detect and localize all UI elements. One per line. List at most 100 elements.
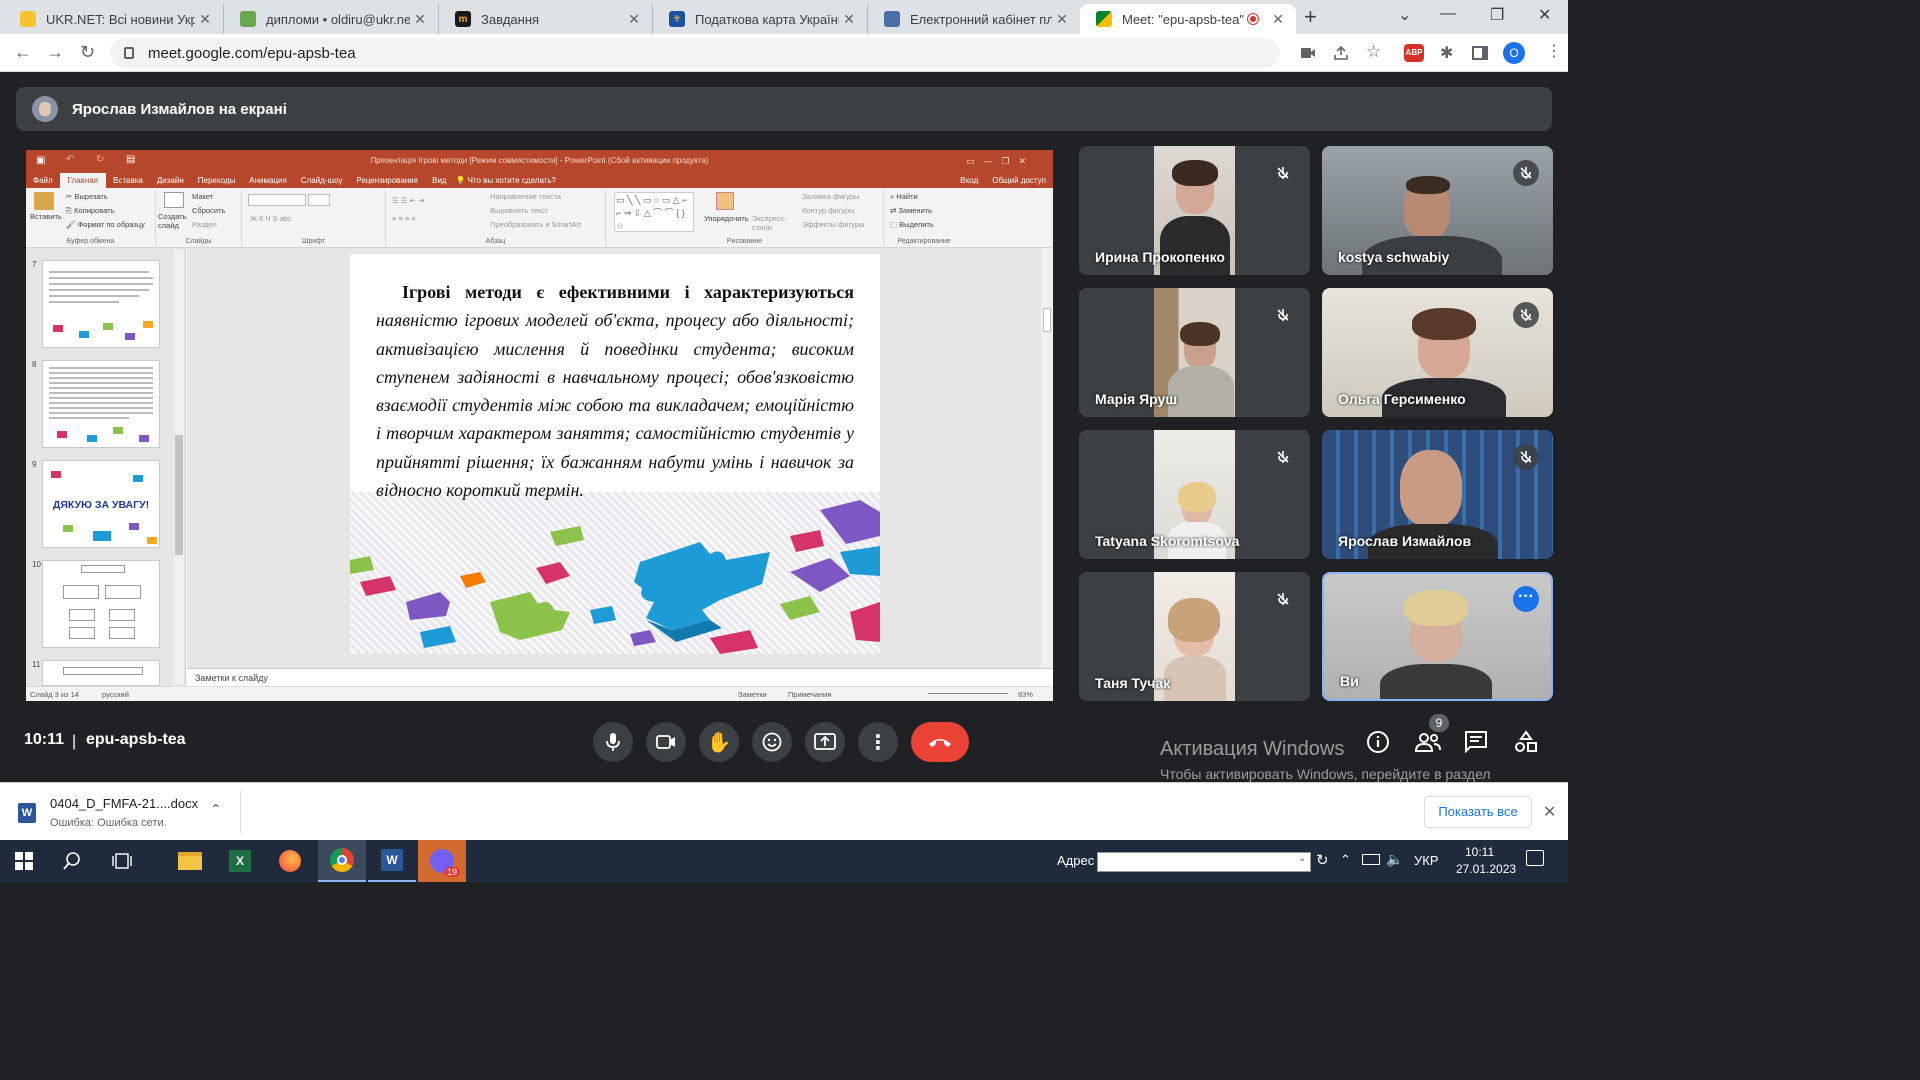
adblock-icon[interactable]: ABP <box>1404 44 1424 62</box>
taskbar-date[interactable]: 27.01.2023 <box>1456 862 1516 876</box>
list-buttons: ☰ ☰ ⇤ ⇥ <box>392 196 425 205</box>
new-tab-button[interactable]: + <box>1304 4 1317 30</box>
task-view-button[interactable] <box>98 840 146 882</box>
battery-icon[interactable] <box>1362 854 1380 865</box>
window-close-icon[interactable]: ✕ <box>1538 5 1551 25</box>
chat-icon[interactable] <box>1464 730 1488 759</box>
bookmark-star-icon[interactable]: ☆ <box>1366 42 1381 62</box>
extensions-icon[interactable]: ✱ <box>1440 43 1453 63</box>
participant-name: Ирина Прокопенко <box>1095 249 1225 265</box>
maximize-icon[interactable]: ❐ <box>1490 5 1504 25</box>
notifications-icon[interactable] <box>1526 850 1544 866</box>
shape-effects-label: Эффекты фигуры <box>802 220 865 229</box>
taskbar-chrome[interactable] <box>318 840 366 882</box>
meet-stage: Ярослав Измайлов на екрані Презентація І… <box>0 72 1568 782</box>
side-panel-icon[interactable] <box>1472 46 1488 60</box>
taskbar-excel[interactable]: X <box>216 840 264 882</box>
participant-tile[interactable]: Ярослав Измайлов <box>1322 430 1553 559</box>
ppt-signin: Вход <box>960 175 979 185</box>
browser-menu-icon[interactable]: ⋮ <box>1546 41 1562 61</box>
search-button[interactable] <box>48 840 96 882</box>
participant-tile[interactable]: Марія Яруш <box>1079 288 1310 417</box>
close-icon[interactable]: ✕ <box>195 11 215 28</box>
forward-icon[interactable]: → <box>46 42 64 63</box>
chevron-up-icon[interactable]: ⌃ <box>210 801 222 818</box>
download-file-name[interactable]: 0404_D_FMFA-21....docx <box>50 796 198 811</box>
close-icon[interactable]: ✕ <box>839 11 859 28</box>
dropdown-arrow-icon[interactable]: ⌄ <box>1298 853 1306 864</box>
url-field[interactable]: meet.google.com/epu-apsb-tea <box>110 38 1280 68</box>
close-icon[interactable]: ✕ <box>1543 802 1556 822</box>
taskbar-viber[interactable]: 19 <box>418 840 466 882</box>
browser-tab-cabinet[interactable]: Електронний кабінет плат ✕ <box>868 4 1080 34</box>
people-icon[interactable] <box>1414 730 1442 759</box>
more-options-icon[interactable]: ··· <box>1513 586 1539 612</box>
presenter-label: Ярослав Измайлов на екрані <box>72 100 287 118</box>
camera-button[interactable] <box>646 722 686 762</box>
minimize-icon[interactable]: — <box>1440 5 1456 23</box>
present-screen-button[interactable] <box>805 722 845 762</box>
participant-name: Ольга Герсименко <box>1338 391 1466 407</box>
tray-chevron-icon[interactable]: ⌃ <box>1340 852 1351 868</box>
close-icon[interactable]: ✕ <box>410 11 430 28</box>
lock-icon <box>124 47 134 59</box>
activities-icon[interactable] <box>1514 730 1538 759</box>
shared-screen-powerpoint: Презентація Ігрові методи [Режим совмест… <box>26 150 1053 701</box>
microphone-button[interactable] <box>593 722 633 762</box>
raise-hand-button[interactable]: ✋ <box>699 722 739 762</box>
close-icon[interactable]: ✕ <box>1052 11 1072 28</box>
show-all-button[interactable]: Показать все <box>1424 796 1532 828</box>
ppt-tab: Вставка <box>113 175 143 185</box>
notes-pane: Заметки к слайду <box>187 668 1053 686</box>
participant-tile[interactable]: Tatyana Skoromtsova <box>1079 430 1310 559</box>
address-toolbar-input[interactable] <box>1097 852 1311 872</box>
thumb-number: 7 <box>32 260 37 269</box>
profile-avatar[interactable]: O <box>1503 42 1525 64</box>
browser-tab-ukrnet[interactable]: UKR.NET: Всі новини Украї ✕ <box>4 4 224 34</box>
browser-tab-tasks[interactable]: m Завдання ✕ <box>439 4 653 34</box>
meeting-details-icon[interactable] <box>1366 730 1390 759</box>
ppt-tab: Рецензирование <box>356 175 419 185</box>
tab-title: дипломи • oldiru@ukr.net <box>266 11 410 27</box>
participant-tile[interactable]: Таня Тучак <box>1079 572 1310 701</box>
taskbar-explorer[interactable] <box>166 840 214 882</box>
find-label: ⌕ Найти <box>890 192 918 201</box>
share-icon[interactable] <box>1333 45 1349 61</box>
participant-tile[interactable]: Ольга Герсименко <box>1322 288 1553 417</box>
reactions-button[interactable] <box>752 722 792 762</box>
ppt-ribbon: Вставить ✂ Вырезать ⎘ Копировать 🖌 Форма… <box>26 188 1053 248</box>
slide-thumbnail <box>42 360 160 448</box>
select-label: ⬚ Выделить <box>890 220 934 229</box>
volume-icon[interactable]: 🔈 <box>1386 851 1403 868</box>
back-icon[interactable]: ← <box>14 42 32 63</box>
status-zoom: 83% <box>1018 690 1034 699</box>
close-icon[interactable]: ✕ <box>1268 11 1288 28</box>
chrome-icon <box>330 848 354 872</box>
taskbar-time[interactable]: 10:11 <box>1465 845 1494 859</box>
tab-search-icon[interactable]: ⌄ <box>1398 5 1411 25</box>
go-icon[interactable]: ↻ <box>1316 851 1329 869</box>
taskbar-firefox[interactable] <box>266 840 314 882</box>
zoom-slider <box>928 693 1008 694</box>
taskbar-word[interactable]: W <box>368 840 416 882</box>
reload-icon[interactable]: ↻ <box>80 42 95 63</box>
word-icon: W <box>381 849 403 871</box>
redo-icon: ↻ <box>96 154 105 165</box>
participant-tile-self[interactable]: ··· Ви <box>1322 572 1553 701</box>
leave-call-button[interactable] <box>911 722 969 762</box>
participant-tile[interactable]: kostya schwabiy <box>1322 146 1553 275</box>
keyboard-language[interactable]: УКР <box>1414 853 1439 868</box>
ppt-tab-active: Главная <box>59 172 107 188</box>
ribbon-group-slides: Создать слайд Макет Сбросить Раздел Слай… <box>156 190 242 246</box>
browser-tab-tax[interactable]: ⚜ Податкова карта України - ✕ <box>653 4 868 34</box>
browser-tab-meet[interactable]: Meet: "epu-apsb-tea" ✕ <box>1080 4 1296 34</box>
copy-label: ⎘ Копировать <box>66 206 115 215</box>
current-slide: Ігрові методи є ефективними і характериз… <box>350 254 880 654</box>
more-options-button[interactable]: ⋮ <box>858 722 898 762</box>
start-button[interactable] <box>0 840 48 882</box>
participant-tile[interactable]: Ирина Прокопенко <box>1079 146 1310 275</box>
camera-blocked-icon[interactable] <box>1300 46 1316 60</box>
browser-tab-mail[interactable]: дипломи • oldiru@ukr.net ✕ <box>224 4 439 34</box>
folder-icon <box>178 852 202 870</box>
close-icon[interactable]: ✕ <box>624 11 644 28</box>
